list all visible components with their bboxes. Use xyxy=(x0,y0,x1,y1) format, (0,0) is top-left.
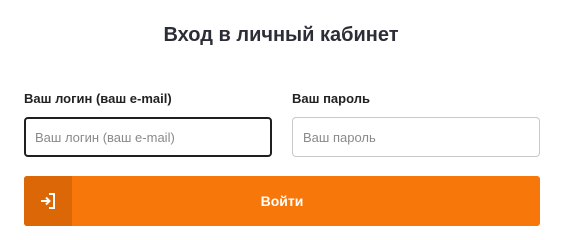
login-label: Ваш логин (ваш e-mail) xyxy=(24,91,172,106)
login-button[interactable]: Войти xyxy=(24,176,540,226)
login-field-group: Ваш логин (ваш e-mail) xyxy=(24,91,272,157)
form-title: Вход в личный кабинет xyxy=(163,24,399,46)
password-field-group: Ваш пароль xyxy=(292,91,540,157)
login-button-label: Войти xyxy=(260,193,304,209)
password-input[interactable] xyxy=(292,117,540,157)
login-form: Вход в личный кабинет Ваш логин (ваш e-m… xyxy=(0,0,562,237)
password-label: Ваш пароль xyxy=(292,91,370,106)
login-input[interactable] xyxy=(24,117,272,157)
